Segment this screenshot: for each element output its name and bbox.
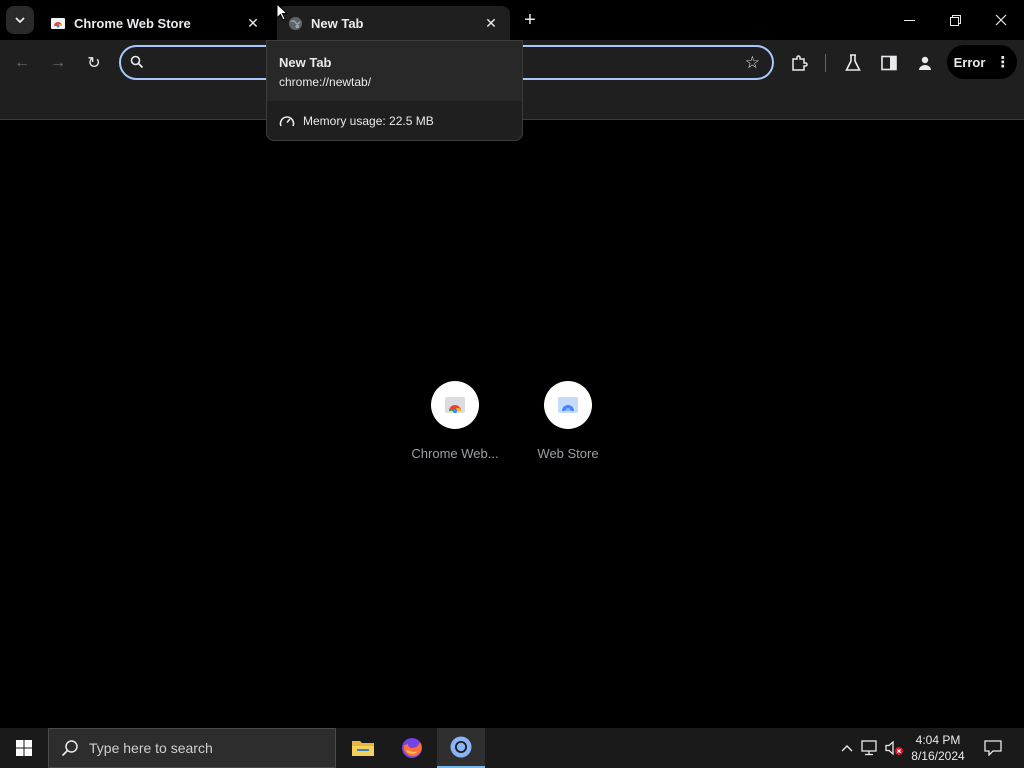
tab-close-icon[interactable]: ✕	[244, 14, 262, 32]
notification-center-button[interactable]	[978, 728, 1008, 768]
reload-button[interactable]: ↻	[80, 49, 108, 77]
hover-card-title: New Tab	[279, 55, 332, 70]
chevron-up-icon	[841, 745, 853, 752]
search-icon	[61, 739, 79, 757]
shortcut-chrome-web-store[interactable]: Chrome Web...	[405, 381, 505, 461]
taskbar: Type here to search 4:04 PM 8/16/2024	[0, 728, 1024, 768]
tab-new-tab[interactable]: New Tab ✕	[277, 6, 510, 40]
taskbar-search-box[interactable]: Type here to search	[48, 728, 336, 768]
taskbar-firefox[interactable]	[388, 728, 436, 768]
restore-icon	[949, 14, 961, 26]
close-window-button[interactable]	[978, 0, 1024, 40]
restore-button[interactable]	[932, 0, 978, 40]
network-monitor-icon	[861, 740, 877, 756]
minimize-icon	[903, 19, 915, 21]
clock-date: 8/16/2024	[911, 749, 965, 763]
tray-overflow-chevron[interactable]	[837, 738, 857, 758]
tab-chrome-web-store[interactable]: Chrome Web Store ✕	[40, 6, 272, 40]
menu-dots-icon: ⋮	[995, 54, 1011, 71]
close-icon	[995, 14, 1007, 26]
puzzle-icon	[792, 55, 808, 71]
minimize-button[interactable]	[886, 0, 932, 40]
network-status[interactable]	[860, 738, 880, 758]
shortcut-label: Chrome Web...	[411, 446, 499, 461]
tab-title: Chrome Web Store	[74, 15, 191, 31]
tab-title: New Tab	[311, 15, 364, 31]
web-store-icon	[558, 397, 578, 413]
flask-icon	[845, 54, 861, 71]
shortcut-icon-circle	[544, 381, 592, 429]
error-label: Error	[953, 54, 986, 70]
globe-icon	[287, 15, 303, 31]
tab-search-button[interactable]	[6, 6, 34, 34]
profile-button[interactable]	[911, 49, 939, 77]
hover-card-header: New Tab chrome://newtab/	[267, 41, 522, 101]
toolbar-divider	[825, 54, 826, 72]
tab-close-icon[interactable]: ✕	[482, 14, 500, 32]
windows-logo-icon	[16, 740, 32, 756]
error-button[interactable]: Error ⋮	[947, 45, 1017, 79]
new-tab-page: Chrome Web... Web Store	[0, 121, 1024, 728]
tab-strip: Chrome Web Store ✕ New Tab ✕ +	[0, 0, 1024, 40]
tab-hover-card: New Tab chrome://newtab/ Memory usage: 2…	[266, 40, 523, 141]
speaker-muted-icon	[885, 740, 903, 756]
labs-button[interactable]	[839, 49, 867, 77]
speedometer-icon	[279, 114, 295, 128]
shortcut-web-store[interactable]: Web Store	[518, 381, 618, 461]
shortcut-label: Web Store	[537, 446, 599, 461]
hover-card-url: chrome://newtab/	[279, 75, 372, 89]
clock-time: 4:04 PM	[915, 733, 961, 747]
folder-icon	[352, 741, 374, 756]
new-tab-button[interactable]: +	[518, 8, 542, 32]
start-button[interactable]	[0, 728, 48, 768]
memory-usage-text: Memory usage: 22.5 MB	[303, 114, 434, 128]
side-panel-button[interactable]	[875, 49, 903, 77]
chrome-web-store-icon	[445, 397, 465, 414]
forward-button[interactable]: →	[44, 49, 72, 77]
taskbar-file-explorer[interactable]	[339, 728, 387, 768]
hover-card-memory: Memory usage: 22.5 MB	[267, 101, 522, 128]
mouse-cursor-icon	[276, 2, 289, 26]
chrome-web-store-favicon-icon	[50, 15, 66, 31]
side-panel-icon	[881, 55, 897, 71]
taskbar-clock[interactable]: 4:04 PM 8/16/2024	[905, 732, 971, 764]
back-button[interactable]: ←	[8, 49, 36, 77]
chrome-icon	[450, 736, 472, 758]
taskbar-search-placeholder: Type here to search	[89, 740, 213, 756]
chevron-down-icon	[15, 17, 25, 24]
notification-icon	[984, 740, 1002, 756]
taskbar-chrome[interactable]	[437, 728, 485, 768]
bookmark-star-icon[interactable]: ☆	[745, 53, 760, 73]
extensions-button[interactable]	[785, 49, 813, 77]
shortcut-icon-circle	[431, 381, 479, 429]
search-icon	[130, 55, 144, 74]
firefox-icon	[402, 738, 422, 758]
volume-status[interactable]	[884, 738, 904, 758]
person-icon	[919, 56, 931, 70]
